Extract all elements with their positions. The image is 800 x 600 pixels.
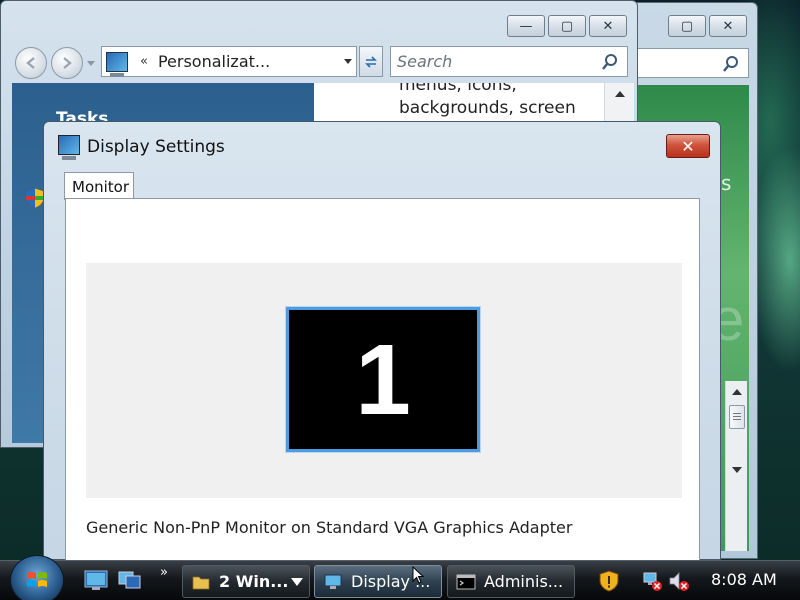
- back-maximize-button[interactable]: ▢: [668, 15, 706, 37]
- display-settings-icon: [58, 135, 80, 160]
- close-button[interactable]: ✕: [589, 15, 627, 37]
- back-window-partial-text: s: [721, 171, 732, 195]
- refresh-icon: [365, 55, 377, 68]
- windows-logo-icon: [27, 572, 47, 587]
- dialog-title: Display Settings: [87, 137, 225, 157]
- chevron-down-icon: [291, 578, 303, 586]
- taskbar-button-command-prompt[interactable]: Adminis...: [447, 565, 575, 598]
- back-search-box[interactable]: [637, 48, 749, 78]
- back-window-scrollbar[interactable]: [725, 381, 747, 551]
- taskbar-button-label: Adminis...: [484, 572, 564, 591]
- dialog-close-button[interactable]: ✕: [666, 134, 710, 158]
- security-shield-icon[interactable]: [598, 570, 620, 592]
- monitor-arrangement-area: 1: [86, 263, 682, 498]
- volume-muted-icon[interactable]: [668, 570, 690, 592]
- forward-arrow-icon: [63, 57, 72, 69]
- scroll-up-arrow-icon[interactable]: [615, 91, 625, 97]
- monitor-tile[interactable]: 1: [285, 306, 481, 453]
- scroll-thumb[interactable]: [729, 405, 745, 429]
- recent-pages-dropdown-icon[interactable]: [87, 61, 95, 66]
- maximize-button[interactable]: ▢: [548, 15, 586, 37]
- quicklaunch-more[interactable]: »: [160, 565, 168, 580]
- control-panel-icon: [106, 51, 128, 77]
- back-window-controls: ▢ ✕: [668, 15, 747, 37]
- folder-icon: [192, 576, 210, 589]
- content-text-line: backgrounds, screen: [399, 98, 576, 118]
- monitor-description: Generic Non-PnP Monitor on Standard VGA …: [86, 518, 573, 537]
- forward-nav-button[interactable]: [51, 47, 83, 79]
- search-icon[interactable]: [601, 53, 619, 71]
- system-clock[interactable]: 8:08 AM: [711, 570, 777, 589]
- show-desktop-icon[interactable]: [84, 569, 108, 591]
- monitor-tab-panel: 1 Generic Non-PnP Monitor on Standard VG…: [65, 198, 700, 561]
- monitor-number: 1: [355, 323, 411, 436]
- address-chevron[interactable]: «: [140, 54, 148, 69]
- taskbar: » 2 Win... Display ... Adminis... 8:08 A…: [0, 555, 800, 600]
- search-input[interactable]: [397, 52, 587, 71]
- minimize-button[interactable]: —: [507, 15, 545, 37]
- uac-shield-icon: [25, 187, 45, 209]
- start-button[interactable]: [10, 555, 64, 600]
- display-settings-dialog[interactable]: Display Settings ✕ Monitor 1 Generic Non…: [43, 121, 721, 561]
- command-prompt-icon: [456, 574, 476, 589]
- address-path[interactable]: Personalizat...: [158, 52, 270, 71]
- back-close-button[interactable]: ✕: [709, 15, 747, 37]
- search-box[interactable]: [390, 46, 628, 77]
- back-nav-button[interactable]: [15, 47, 47, 79]
- search-icon[interactable]: [722, 55, 740, 73]
- close-icon: ✕: [681, 136, 695, 156]
- taskbar-button-explorer-group[interactable]: 2 Win...: [182, 565, 310, 598]
- refresh-button[interactable]: [359, 46, 383, 77]
- scroll-up-arrow-icon[interactable]: [732, 389, 742, 395]
- scroll-down-arrow-icon[interactable]: [732, 467, 742, 473]
- address-bar[interactable]: « Personalizat...: [101, 46, 357, 77]
- taskbar-button-label: 2 Win...: [219, 572, 289, 591]
- content-text-line: menus, icons,: [399, 83, 517, 95]
- switch-windows-icon[interactable]: [118, 569, 142, 591]
- display-settings-icon: [324, 574, 342, 589]
- explorer-window-controls: — ▢ ✕: [507, 15, 627, 37]
- address-dropdown-icon[interactable]: [344, 59, 352, 64]
- network-disconnected-icon[interactable]: [642, 570, 664, 592]
- tab-monitor[interactable]: Monitor: [64, 172, 134, 200]
- back-arrow-icon: [26, 57, 35, 69]
- mouse-cursor-icon: [412, 566, 424, 584]
